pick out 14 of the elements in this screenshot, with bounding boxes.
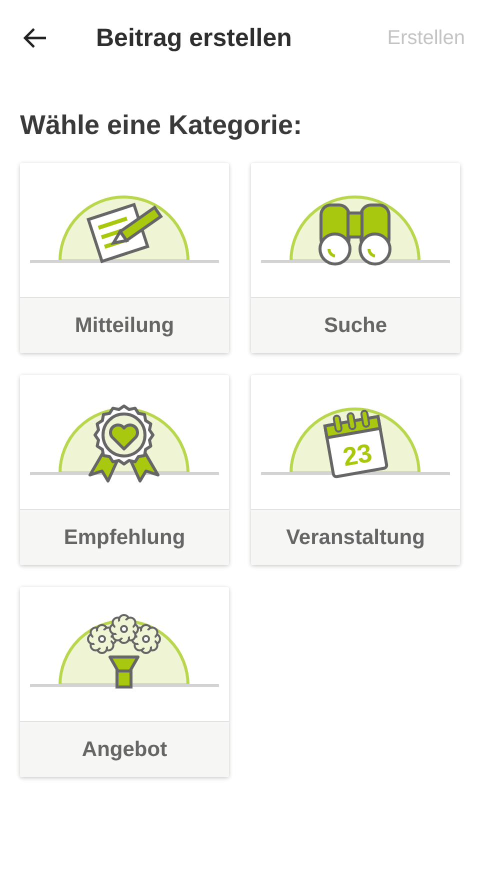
section-heading: Wähle eine Kategorie:	[20, 110, 304, 141]
category-label: Suche	[251, 298, 460, 353]
category-card[interactable]: Suche	[251, 163, 460, 353]
category-card[interactable]: Angebot	[20, 587, 229, 777]
calendar-drawing: 23	[323, 409, 389, 479]
category-label: Mitteilung	[20, 298, 229, 353]
category-card[interactable]: Empfehlung	[20, 375, 229, 565]
category-label: Angebot	[20, 722, 229, 777]
category-card[interactable]: Mitteilung	[20, 163, 229, 353]
category-label: Veranstaltung	[251, 510, 460, 565]
category-label: Empfehlung	[20, 510, 229, 565]
page-title: Beitrag erstellen	[96, 24, 293, 52]
back-arrow-icon	[22, 27, 48, 49]
category-card[interactable]: 23 Veranstaltung	[251, 375, 460, 565]
